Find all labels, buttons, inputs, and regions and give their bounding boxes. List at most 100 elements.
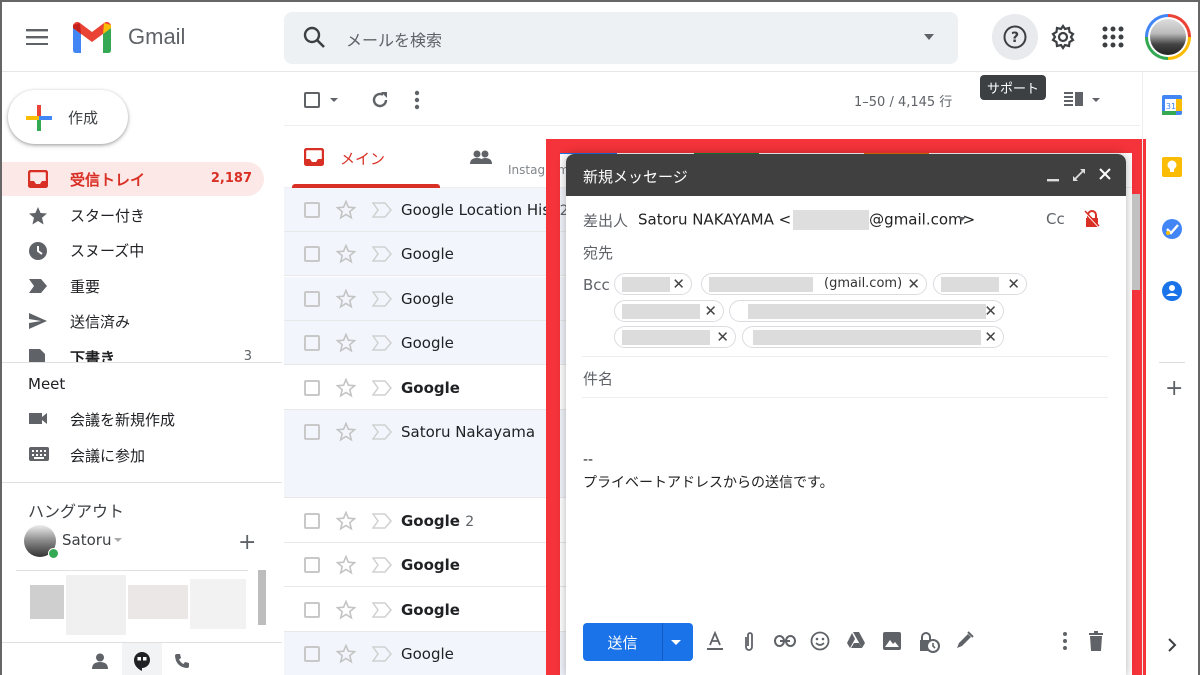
refresh-icon[interactable] xyxy=(370,90,390,110)
email-row[interactable]: Satoru Nakayama xyxy=(284,410,574,498)
star-outline-icon[interactable] xyxy=(336,244,356,264)
subject-input[interactable]: 件名 xyxy=(583,368,613,389)
chevron-down-icon[interactable] xyxy=(958,217,966,221)
email-row[interactable]: Google xyxy=(284,232,574,276)
person-icon[interactable] xyxy=(92,653,108,669)
menu-icon[interactable] xyxy=(24,26,50,48)
more-options-icon[interactable] xyxy=(1062,631,1068,651)
sidebar-item-important[interactable]: 重要 xyxy=(2,269,264,303)
phone-icon[interactable] xyxy=(174,653,190,669)
help-icon[interactable]: ? xyxy=(992,14,1038,60)
cc-button[interactable]: Cc xyxy=(1046,210,1065,228)
bcc-chip[interactable]: ✕ xyxy=(933,273,1027,295)
search-options-icon[interactable] xyxy=(924,34,934,40)
formatting-icon[interactable] xyxy=(706,631,724,651)
tasks-icon[interactable] xyxy=(1161,218,1183,240)
remove-chip-icon[interactable]: ✕ xyxy=(672,275,685,293)
star-outline-icon[interactable] xyxy=(336,422,356,442)
star-outline-icon[interactable] xyxy=(336,378,356,398)
people-icon[interactable] xyxy=(470,150,492,164)
email-row[interactable]: Google 2 xyxy=(284,499,574,543)
row-checkbox[interactable] xyxy=(304,557,320,573)
email-row[interactable]: Google Location His. 2 xyxy=(284,188,574,232)
remove-chip-icon[interactable]: ✕ xyxy=(984,328,997,346)
drive-icon[interactable] xyxy=(846,631,866,649)
confidential-mode-icon[interactable] xyxy=(918,631,940,653)
tab-primary[interactable]: メイン xyxy=(292,126,440,188)
row-checkbox[interactable] xyxy=(304,602,320,618)
search-input[interactable]: メールを検索 xyxy=(346,27,442,51)
star-outline-icon[interactable] xyxy=(336,333,356,353)
from-field[interactable]: Satoru NAKAYAMA < @gmail.com> xyxy=(638,210,975,230)
search-icon[interactable] xyxy=(302,25,326,49)
minimize-icon[interactable] xyxy=(1046,167,1060,183)
send-button[interactable]: 送信 xyxy=(583,623,663,661)
row-checkbox[interactable] xyxy=(304,246,320,262)
meet-join-meeting[interactable]: 会議に参加 xyxy=(2,438,264,472)
compose-button[interactable]: 作成 xyxy=(8,90,128,144)
row-checkbox[interactable] xyxy=(304,335,320,351)
email-row[interactable]: Google xyxy=(284,543,574,587)
row-checkbox[interactable] xyxy=(304,646,320,662)
importance-marker-icon[interactable] xyxy=(372,646,392,662)
more-vert-icon[interactable] xyxy=(414,90,420,110)
hangouts-scrollbar[interactable] xyxy=(258,570,266,625)
importance-marker-icon[interactable] xyxy=(372,246,392,262)
hangouts-contact-list[interactable] xyxy=(16,570,248,640)
compose-scrollbar[interactable] xyxy=(1132,194,1140,290)
hangouts-icon[interactable] xyxy=(122,643,162,675)
bcc-chip[interactable]: ✕ xyxy=(742,326,1004,348)
row-checkbox[interactable] xyxy=(304,513,320,529)
star-outline-icon[interactable] xyxy=(336,600,356,620)
remove-chip-icon[interactable]: ✕ xyxy=(716,328,729,346)
emoji-icon[interactable] xyxy=(810,631,830,651)
sidebar-item-sent[interactable]: 送信済み xyxy=(2,304,264,338)
sidebar-item-starred[interactable]: スター付き xyxy=(2,198,264,232)
message-body[interactable] xyxy=(582,404,1108,604)
email-row[interactable]: Google xyxy=(284,321,574,365)
select-all-checkbox[interactable] xyxy=(304,92,320,108)
bcc-chip[interactable]: ✕ xyxy=(614,300,724,322)
contacts-icon[interactable] xyxy=(1161,280,1183,302)
importance-marker-icon[interactable] xyxy=(372,602,392,618)
email-row[interactable]: Google xyxy=(284,277,574,321)
importance-marker-icon[interactable] xyxy=(372,335,392,351)
search-bar[interactable]: メールを検索 xyxy=(284,12,958,64)
chevron-down-icon[interactable] xyxy=(114,538,122,542)
new-chat-button[interactable]: + xyxy=(238,532,256,554)
bcc-chip[interactable]: ✕ xyxy=(729,300,1004,322)
row-checkbox[interactable] xyxy=(304,380,320,396)
sidebar-item-snoozed[interactable]: スヌーズ中 xyxy=(2,233,264,267)
split-pane-icon[interactable] xyxy=(1064,91,1084,107)
importance-marker-icon[interactable] xyxy=(372,557,392,573)
email-row[interactable]: Google xyxy=(284,366,574,410)
keep-icon[interactable] xyxy=(1161,156,1183,178)
email-row[interactable]: Google xyxy=(284,632,574,675)
gmail-logo[interactable] xyxy=(70,20,114,54)
row-checkbox[interactable] xyxy=(304,202,320,218)
star-outline-icon[interactable] xyxy=(336,289,356,309)
importance-marker-icon[interactable] xyxy=(372,291,392,307)
insert-photo-icon[interactable] xyxy=(882,631,902,651)
remove-chip-icon[interactable]: ✕ xyxy=(907,275,920,293)
account-avatar[interactable] xyxy=(1145,14,1191,60)
compose-header[interactable]: 新規メッセージ xyxy=(566,154,1126,196)
star-outline-icon[interactable] xyxy=(336,200,356,220)
row-checkbox[interactable] xyxy=(304,291,320,307)
bcc-chip[interactable]: (gmail.com) ✕ xyxy=(701,273,927,295)
to-field[interactable]: 宛先 xyxy=(583,242,613,263)
star-outline-icon[interactable] xyxy=(336,644,356,664)
confidential-lock-icon[interactable] xyxy=(1084,210,1100,228)
discard-draft-icon[interactable] xyxy=(1088,631,1104,651)
attach-icon[interactable] xyxy=(742,631,756,653)
chevron-right-icon[interactable] xyxy=(1167,638,1177,652)
importance-marker-icon[interactable] xyxy=(372,424,392,440)
sidebar-item-drafts[interactable]: 下書き 3 xyxy=(2,340,264,362)
schedule-send-dropdown[interactable] xyxy=(671,640,681,645)
importance-marker-icon[interactable] xyxy=(372,202,392,218)
bcc-chip[interactable]: ✕ xyxy=(614,326,736,348)
email-row[interactable]: Google xyxy=(284,588,574,632)
meet-new-meeting[interactable]: 会議を新規作成 xyxy=(2,402,264,436)
hangouts-user-name[interactable]: Satoru xyxy=(62,531,111,549)
add-addon-button[interactable]: + xyxy=(1165,378,1183,400)
